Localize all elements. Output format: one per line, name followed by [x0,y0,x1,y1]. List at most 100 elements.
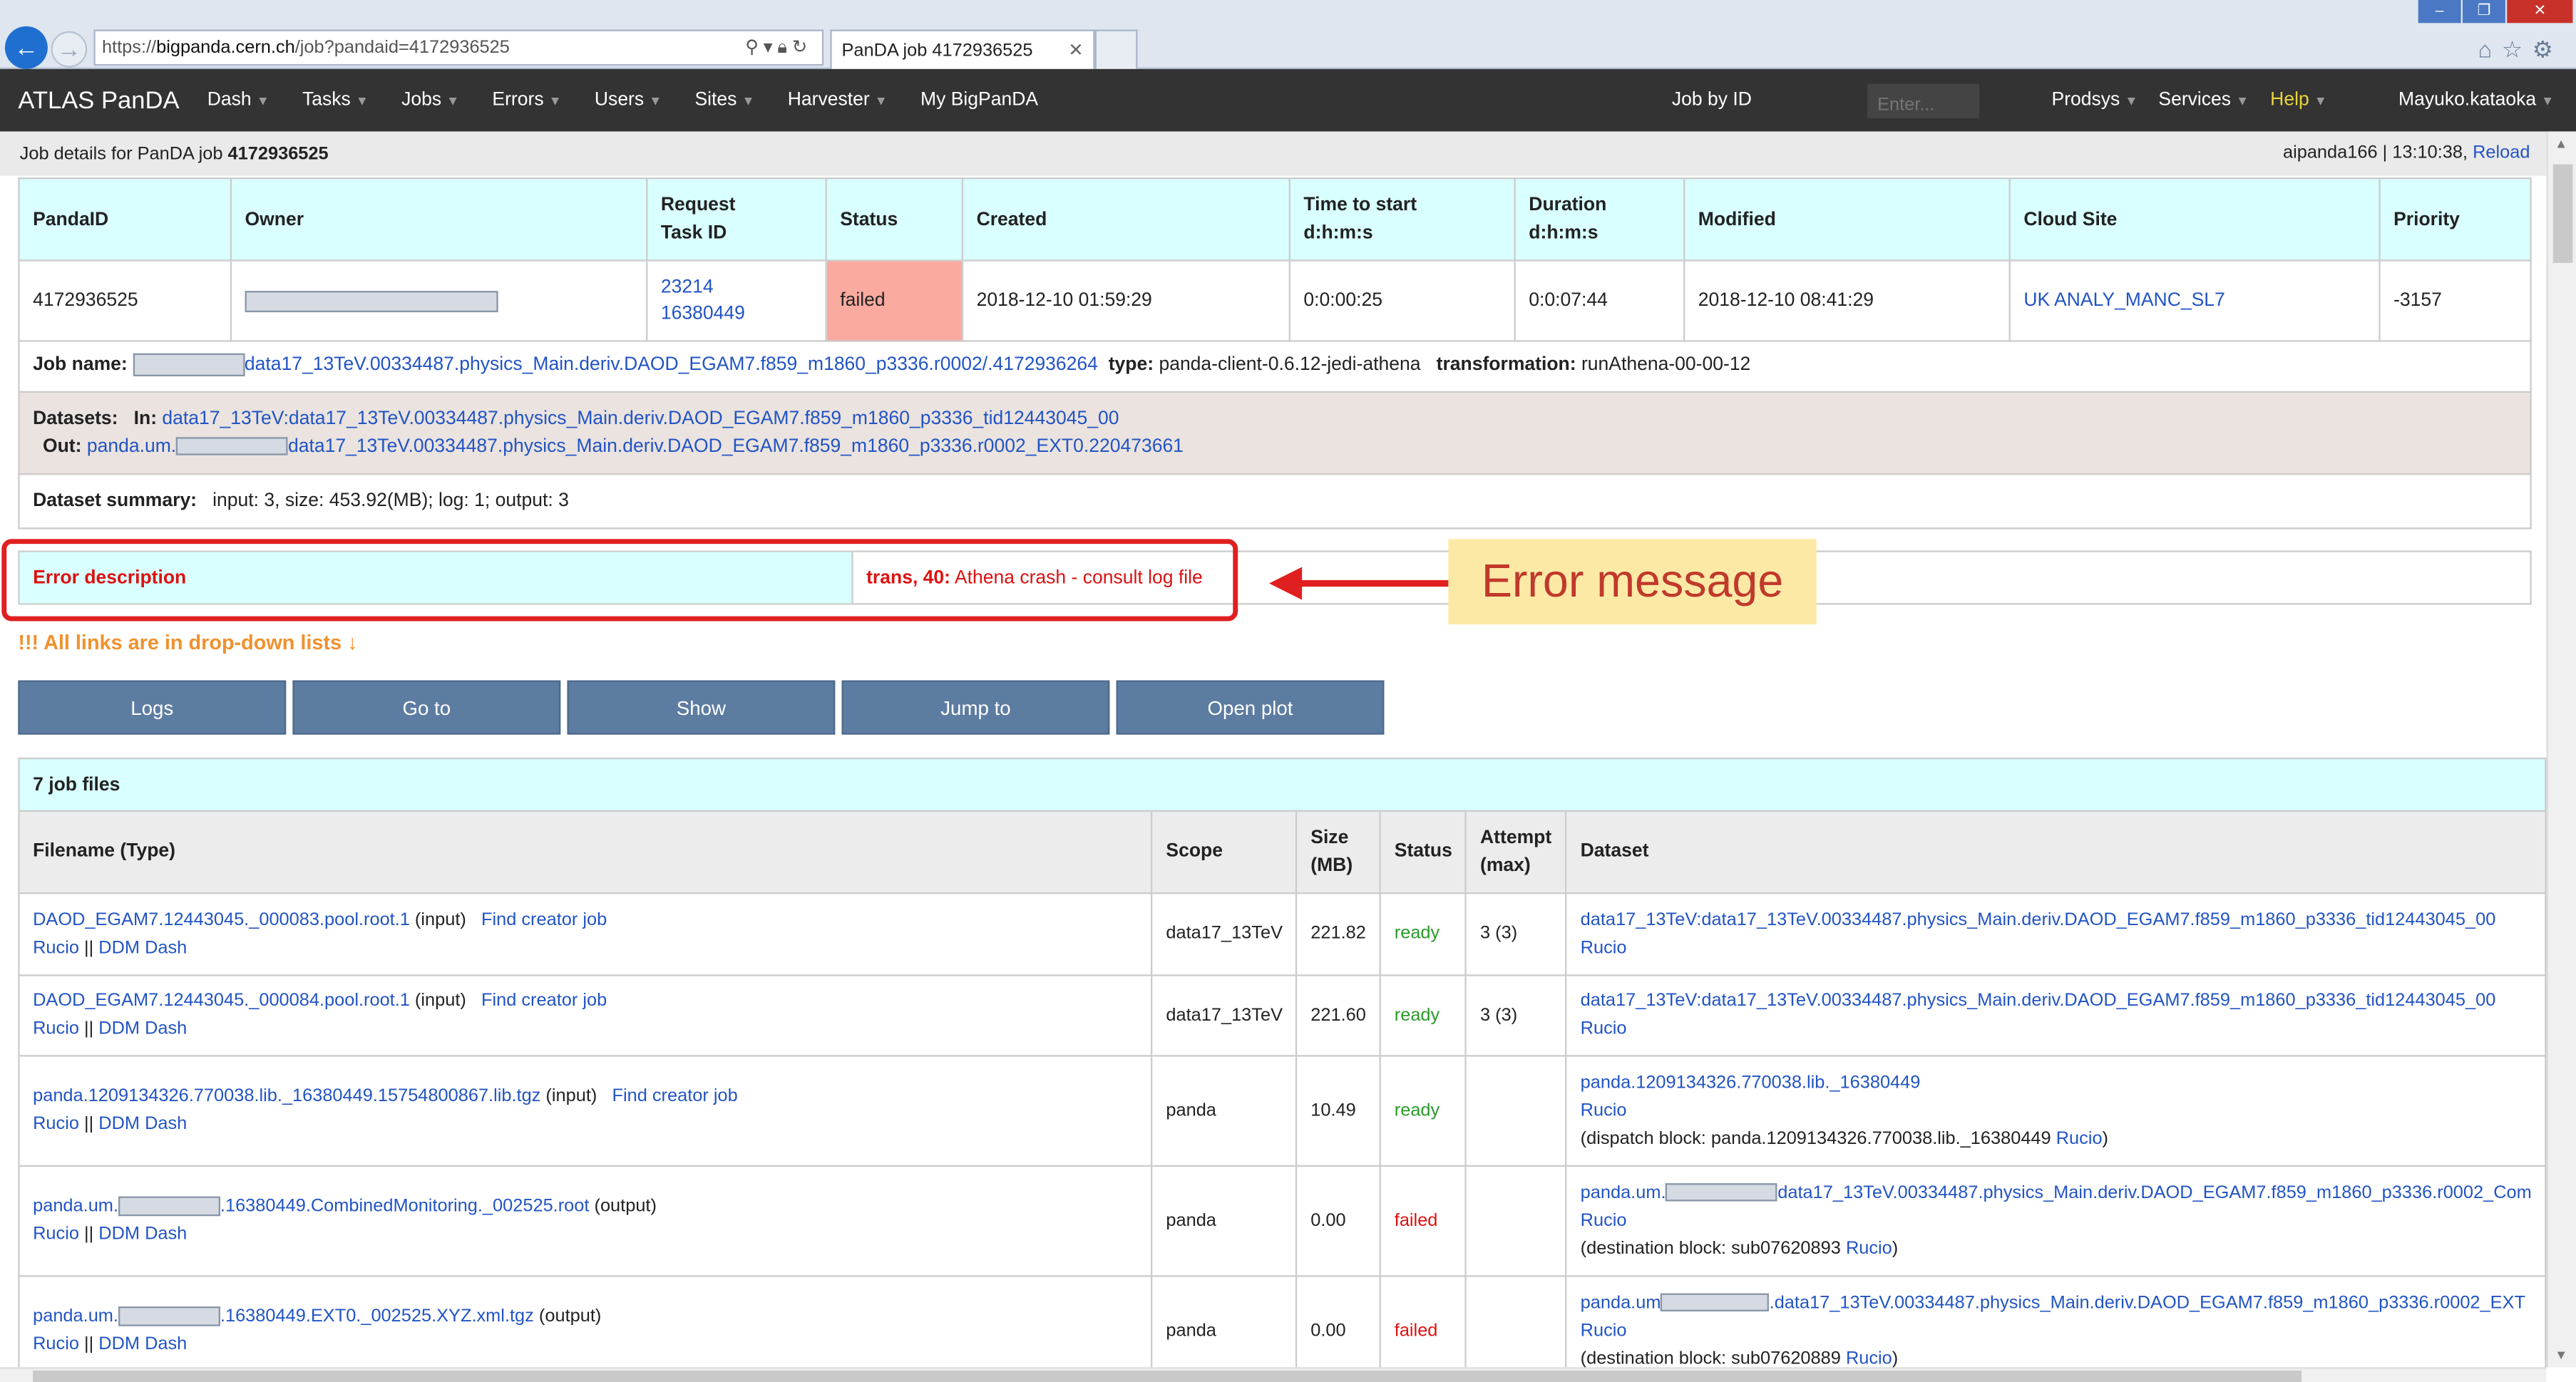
ddm-dash-link[interactable]: DDM Dash [98,1019,187,1039]
nav-mybigpanda[interactable]: My BigPanDA [920,91,1038,110]
scroll-up-icon[interactable]: ▲ [2555,136,2567,151]
ddm-dash-link[interactable]: DDM Dash [98,1224,187,1244]
lock-icon[interactable]: 🔒︎ [777,38,791,58]
nav-services[interactable]: Services ▼ [2158,91,2249,110]
filename-link[interactable]: DAOD_EGAM7.12443045._000083.pool.root.1 [33,909,410,929]
filename-prefix-link[interactable]: panda.um. [33,1197,118,1217]
rucio-link[interactable]: Rucio [33,1334,79,1354]
show-button[interactable]: Show [567,680,836,735]
search-icon[interactable]: ⚲▾ [745,38,777,58]
vertical-scrollbar[interactable]: ▲ ▼ [2546,131,2576,1368]
rucio-link[interactable]: Rucio [1581,1321,1627,1341]
datasets-in: Datasets: In: data17_13TeV:data17_13TeV.… [33,406,2530,434]
horizontal-scrollbar[interactable] [0,1367,2547,1382]
dataset-cell: panda.1209134326.770038.lib._16380449 Ruc… [1565,1055,2547,1167]
dataset-link[interactable]: panda.1209134326.770038.lib._16380449 [1581,1072,1921,1092]
cloud-site-link[interactable]: UK ANALY_MANC_SL7 [2023,291,2225,311]
table-row: DAOD_EGAM7.12443045._000083.pool.root.1 … [18,892,2547,976]
brand-logo[interactable]: ATLAS PanDA [18,86,179,114]
dataset-link[interactable]: data17_13TeV:data17_13TeV.00334487.physi… [1581,991,2496,1011]
filename-cell: DAOD_EGAM7.12443045._000084.pool.root.1 … [18,974,1153,1057]
rucio-link[interactable]: Rucio [33,1114,79,1134]
out-label: Out: [42,437,82,457]
dataset-prefix-link[interactable]: panda.um [1581,1292,1661,1312]
nav-users[interactable]: Users ▼ [595,91,662,110]
back-icon[interactable]: ← [4,26,48,69]
address-icons[interactable]: ⚲▾🔒︎↻ [745,36,812,59]
find-creator-link[interactable]: Find creator job [612,1086,737,1106]
jumpto-button[interactable]: Jump to [841,680,1110,735]
nav-sites[interactable]: Sites ▼ [694,91,754,110]
filename-link[interactable]: DAOD_EGAM7.12443045._000084.pool.root.1 [33,991,410,1011]
job-id-input[interactable] [1867,83,1980,119]
page-title: Job details for PanDA job 4172936525 aip… [0,131,2576,176]
ddm-dash-link[interactable]: DDM Dash [98,1114,187,1134]
task-id-link[interactable]: 16380449 [661,304,745,324]
job-files-table: Filename (Type) Scope Size (MB) Status A… [18,810,2547,1382]
nav-user[interactable]: Mayuko.kataoka ▼ [2398,91,2554,110]
close-tab-icon[interactable]: ✕ [1068,39,1083,61]
job-name-link[interactable]: data17_13TeV.00334487.physics_Main.deriv… [245,355,1098,375]
redacted-user [118,1196,220,1217]
dataset-link[interactable]: .data17_13TeV.00334487.physics_Main.deri… [1770,1292,2525,1312]
logs-button[interactable]: Logs [18,680,287,735]
dataset-link[interactable]: data17_13TeV.00334487.physics_Main.deriv… [1777,1182,2531,1202]
rucio-link[interactable]: Rucio [1581,937,1627,957]
address-bar[interactable]: https://bigpanda.cern.ch/job?pandaid=417… [93,29,824,66]
filename-link[interactable]: .16380449.CombinedMonitoring._002525.roo… [220,1197,590,1217]
block-rucio-link[interactable]: Rucio [2056,1128,2103,1148]
scrollbar-thumb[interactable] [2552,164,2573,263]
new-tab-button[interactable] [1094,29,1138,69]
ddm-dash-link[interactable]: DDM Dash [98,937,187,957]
nav-tasks[interactable]: Tasks ▼ [302,91,369,110]
rucio-link[interactable]: Rucio [33,1019,79,1039]
out-prefix-link[interactable]: panda.um. [87,437,176,457]
nav-prodsys[interactable]: Prodsys ▼ [2052,91,2138,110]
dataset-prefix-link[interactable]: panda.um. [1581,1182,1666,1202]
dataset-link[interactable]: data17_13TeV:data17_13TeV.00334487.physi… [1581,909,2496,929]
file-status-cell: failed [1380,1275,1467,1382]
ddm-dash-link[interactable]: DDM Dash [98,1334,187,1354]
caret-down-icon: ▼ [548,93,562,109]
close-window-button[interactable]: ✕ [2507,0,2573,24]
open-plot-button[interactable]: Open plot [1116,680,1385,735]
rucio-link[interactable]: Rucio [33,937,79,957]
nav-harvester[interactable]: Harvester ▼ [788,91,888,110]
home-icon[interactable]: ⌂ [2478,36,2502,63]
scroll-down-icon[interactable]: ▼ [2555,1348,2567,1363]
block-rucio-link[interactable]: Rucio [1846,1238,1892,1258]
goto-button[interactable]: Go to [292,680,561,735]
nav-jobs[interactable]: Jobs ▼ [401,91,459,110]
forward-icon[interactable]: → [51,31,88,68]
pandaid-value: 4172936525 [18,259,232,342]
nav-label: Services [2158,90,2232,110]
browser-tab[interactable]: PanDA job 4172936525 ✕ [830,29,1095,69]
star-icon[interactable]: ☆ [2502,36,2533,63]
refresh-icon[interactable]: ↻ [792,38,812,58]
filename-prefix-link[interactable]: panda.um. [33,1306,118,1326]
rucio-link[interactable]: Rucio [1581,1019,1627,1039]
caret-down-icon: ▼ [2314,93,2327,109]
gear-icon[interactable]: ⚙ [2533,36,2563,63]
filename-link[interactable]: panda.1209134326.770038.lib._16380449.15… [33,1086,540,1106]
block-rucio-link[interactable]: Rucio [1846,1349,1892,1368]
restore-button[interactable]: ❐ [2462,0,2505,24]
rucio-link[interactable]: Rucio [1581,1210,1627,1230]
out-dataset-link[interactable]: data17_13TeV.00334487.physics_Main.deriv… [288,437,1184,457]
filename-link[interactable]: .16380449.EXT0._002525.XYZ.xml.tgz [220,1306,534,1326]
nav-dash[interactable]: Dash ▼ [207,91,270,110]
nav-errors[interactable]: Errors ▼ [492,91,561,110]
reload-link[interactable]: Reload [2473,143,2530,163]
dataset-cell: data17_13TeV:data17_13TeV.00334487.physi… [1565,974,2547,1057]
rucio-link[interactable]: Rucio [1581,1100,1627,1120]
server-info: aipanda166 | 13:10:38, Reload [2283,143,2530,163]
col-modified: Modified [1683,177,2011,262]
block-label: (destination block: sub07620893 [1580,1238,1841,1259]
find-creator-link[interactable]: Find creator job [481,991,607,1011]
find-creator-link[interactable]: Find creator job [481,909,607,929]
rucio-link[interactable]: Rucio [33,1224,79,1244]
in-dataset-link[interactable]: data17_13TeV:data17_13TeV.00334487.physi… [162,409,1119,429]
nav-help[interactable]: Help ▼ [2270,91,2327,110]
minimize-button[interactable]: – [2418,0,2461,24]
request-id-link[interactable]: 23214 [661,278,714,298]
